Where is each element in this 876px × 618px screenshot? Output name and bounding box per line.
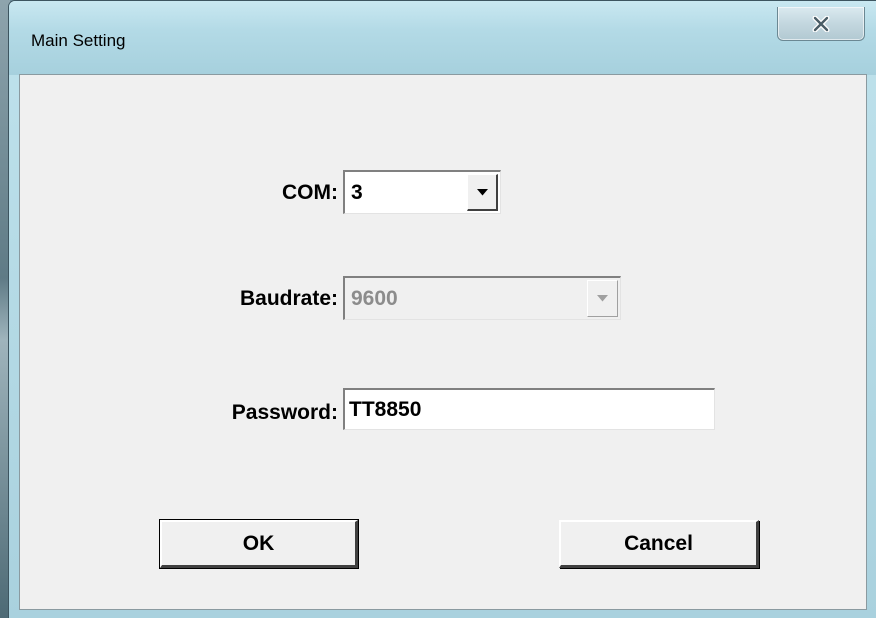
cancel-button[interactable]: Cancel bbox=[559, 520, 759, 568]
chevron-down-icon bbox=[476, 188, 488, 195]
chevron-down-icon bbox=[597, 295, 608, 302]
close-icon bbox=[812, 15, 830, 32]
main-setting-dialog: Main Setting COM: 3 Baudrate: 9600 Passw… bbox=[8, 0, 876, 618]
baudrate-label: Baudrate: bbox=[239, 287, 338, 310]
baudrate-value: 9600 bbox=[351, 287, 398, 310]
close-button[interactable] bbox=[777, 7, 865, 41]
baudrate-dropdown-button[interactable] bbox=[587, 280, 618, 317]
com-value: 3 bbox=[351, 181, 363, 204]
password-label: Password: bbox=[231, 401, 338, 424]
com-select[interactable]: 3 bbox=[343, 170, 501, 214]
com-dropdown-button[interactable] bbox=[467, 174, 498, 211]
ok-button[interactable]: OK bbox=[159, 519, 359, 569]
com-label: COM: bbox=[282, 181, 338, 204]
baudrate-select[interactable]: 9600 bbox=[343, 276, 621, 320]
title-bar[interactable]: Main Setting bbox=[9, 1, 876, 75]
dialog-client-area: COM: 3 Baudrate: 9600 Password: OK Cance… bbox=[19, 74, 867, 610]
password-field[interactable] bbox=[343, 388, 715, 430]
window-title: Main Setting bbox=[31, 31, 126, 50]
